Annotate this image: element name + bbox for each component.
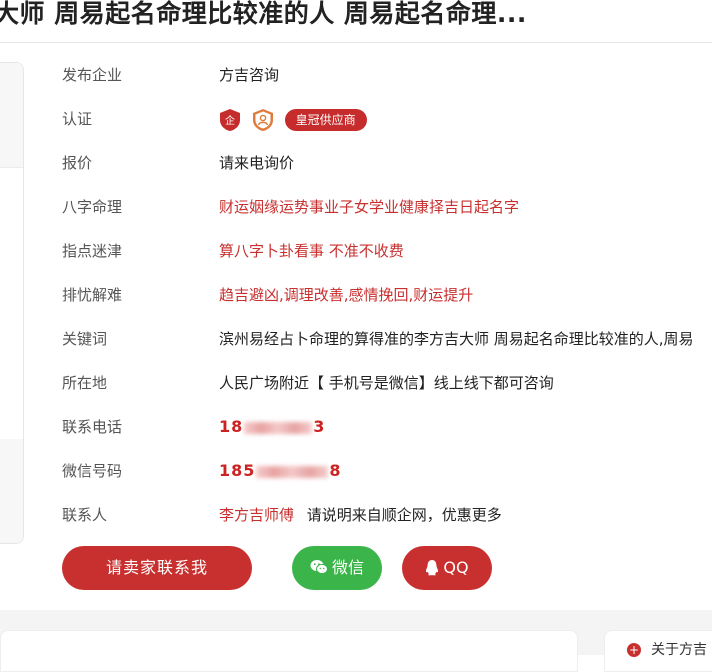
row-publisher: 发布企业 方吉咨询: [62, 61, 712, 89]
row-contact: 联系人 李方吉师傅 请说明来自顺企网，优惠更多: [62, 501, 712, 529]
row-relief: 排忧解难 趋吉避凶,调理改善,感情挽回,财运提升: [62, 281, 712, 309]
contact-note: 请说明来自顺企网，优惠更多: [306, 506, 502, 524]
row-location: 所在地 人民广场附近【 手机号是微信】线上线下都可咨询: [62, 369, 712, 397]
personal-cert-icon[interactable]: [252, 108, 274, 132]
phone-label: 联系电话: [62, 418, 123, 436]
request-contact-button[interactable]: 请卖家联系我: [62, 546, 252, 590]
location-label: 所在地: [62, 374, 108, 392]
contact-label: 联系人: [62, 506, 108, 524]
left-gallery-card[interactable]: [0, 62, 24, 544]
row-guidance: 指点迷津 算八字卜卦看事 不准不收费: [62, 237, 712, 265]
wechat-icon: [310, 560, 328, 575]
about-title: 关于方吉: [651, 642, 707, 658]
wechat-number[interactable]: 185 8: [219, 457, 342, 485]
qq-button[interactable]: QQ: [402, 546, 492, 590]
relief-link[interactable]: 趋吉避凶,调理改善,感情挽回,财运提升: [219, 281, 473, 309]
divider: [0, 42, 712, 43]
guidance-label: 指点迷津: [62, 242, 123, 260]
wechat-label: 微信号码: [62, 462, 123, 480]
row-keywords: 关键词 滨州易经占卜命理的算得准的李方吉大师 周易起名命理比较准的人,周易: [62, 325, 712, 353]
page-title: 大师 周易起名命理比较准的人 周易起名命理...: [0, 0, 527, 28]
row-bazi: 八字命理 财运姻缘运势事业子女学业健康择吉日起名字: [62, 193, 712, 221]
masked-digits: [256, 465, 329, 478]
bazi-link[interactable]: 财运姻缘运势事业子女学业健康择吉日起名字: [219, 193, 519, 221]
contact-value: 李方吉师傅 请说明来自顺企网，优惠更多: [219, 501, 502, 529]
price-label: 报价: [62, 154, 93, 172]
row-phone: 联系电话 18 3: [62, 413, 712, 441]
row-price: 报价 请来电询价: [62, 149, 712, 177]
certification-label: 认证: [62, 110, 93, 128]
row-wechat: 微信号码 185 8: [62, 457, 712, 485]
publisher-value[interactable]: 方吉咨询: [219, 61, 279, 89]
bottom-right-card[interactable]: + 关于方吉: [604, 630, 712, 672]
publisher-label: 发布企业: [62, 66, 123, 84]
contact-name-link[interactable]: 李方吉师傅: [219, 506, 294, 524]
masked-digits: [244, 421, 313, 434]
keywords-label: 关键词: [62, 330, 108, 348]
location-value: 人民广场附近【 手机号是微信】线上线下都可咨询: [219, 374, 554, 392]
guidance-link[interactable]: 算八字卜卦看事 不准不收费: [219, 237, 404, 265]
row-certification: 认证 企 皇冠供应商: [62, 105, 712, 133]
phone-number[interactable]: 18 3: [219, 413, 325, 441]
wechat-button[interactable]: 微信: [292, 546, 382, 590]
crown-supplier-badge: 皇冠供应商: [284, 108, 367, 131]
keywords-value: 滨州易经占卜命理的算得准的李方吉大师 周易起名命理比较准的人,周易: [219, 330, 694, 348]
svg-text:企: 企: [225, 114, 235, 127]
qq-penguin-icon: [426, 559, 439, 575]
bazi-label: 八字命理: [62, 198, 123, 216]
relief-label: 排忧解难: [62, 286, 123, 304]
price-value: 请来电询价: [219, 154, 295, 172]
certification-badges: 企 皇冠供应商: [219, 105, 367, 133]
enterprise-cert-icon[interactable]: 企: [219, 108, 241, 132]
bottom-left-card: [0, 630, 578, 672]
